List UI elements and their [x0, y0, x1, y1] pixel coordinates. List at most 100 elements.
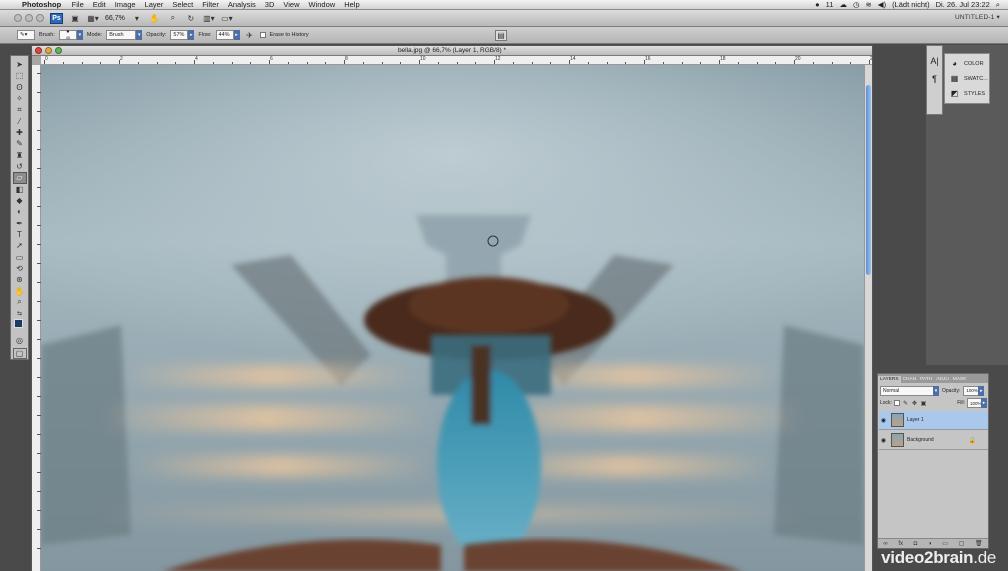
- tab-channels[interactable]: CHAN: [901, 376, 919, 383]
- zoom-window-icon[interactable]: [36, 14, 44, 22]
- view-extras-icon[interactable]: ▦▾: [87, 13, 99, 24]
- clone-stamp-tool-icon[interactable]: ♜: [13, 150, 27, 161]
- erase-to-history-checkbox[interactable]: [259, 32, 266, 38]
- paragraph-panel-icon[interactable]: ¶: [932, 74, 937, 84]
- color-swatches-icon[interactable]: [13, 319, 27, 334]
- opacity-input[interactable]: 57%: [170, 30, 189, 40]
- cloud-icon[interactable]: ☁: [839, 0, 847, 9]
- zoom-tool-icon[interactable]: ⌕: [13, 297, 27, 308]
- status-counter[interactable]: 11: [826, 0, 834, 9]
- screen-mode-icon[interactable]: ▢: [12, 347, 27, 360]
- menu-file[interactable]: File: [67, 0, 88, 9]
- lock-transparency-icon[interactable]: [893, 400, 900, 406]
- time-machine-icon[interactable]: ◷: [853, 0, 860, 9]
- mode-select[interactable]: Brush: [106, 30, 137, 40]
- tab-adjustments[interactable]: ADJU: [934, 376, 951, 383]
- flow-slider-icon[interactable]: ▸: [233, 30, 240, 40]
- spotlight-icon[interactable]: ⌕: [996, 0, 1000, 10]
- 3d-orbit-tool-icon[interactable]: ⊛: [13, 274, 27, 285]
- menu-app-name[interactable]: Photoshop: [20, 0, 67, 9]
- gradient-tool-icon[interactable]: ◧: [13, 184, 27, 195]
- airbrush-icon[interactable]: ✈: [244, 30, 256, 41]
- battery-status[interactable]: (Lädt nicht): [892, 0, 930, 9]
- vertical-scrollbar[interactable]: [864, 65, 872, 571]
- lasso-tool-icon[interactable]: ʘ: [13, 82, 27, 93]
- brush-panel-toggle-icon[interactable]: ▤: [495, 30, 507, 41]
- menu-layer[interactable]: Layer: [140, 0, 168, 9]
- menu-help[interactable]: Help: [340, 0, 364, 9]
- layer-style-icon[interactable]: fx: [898, 541, 903, 547]
- adjustment-layer-icon[interactable]: ◑: [928, 541, 932, 547]
- hand-tool-icon[interactable]: ✋: [149, 13, 161, 24]
- document-title-bar[interactable]: bella.jpg @ 66,7% (Layer 1, RGB/8) *: [32, 46, 872, 56]
- wifi-icon[interactable]: ≋: [866, 0, 872, 9]
- menu-edit[interactable]: Edit: [88, 0, 110, 9]
- new-layer-icon[interactable]: ▢: [959, 540, 965, 547]
- opacity-slider-icon[interactable]: ▸: [188, 30, 195, 40]
- clock[interactable]: Di. 26. Jul 23:22: [936, 0, 990, 9]
- vertical-ruler[interactable]: [32, 65, 41, 571]
- menu-view[interactable]: View: [279, 0, 304, 9]
- layer-opacity-input[interactable]: 100%: [963, 385, 980, 396]
- pen-tool-icon[interactable]: ✒: [13, 217, 27, 228]
- dock-styles-button[interactable]: ◩ STYLES: [945, 89, 989, 98]
- lock-position-icon[interactable]: ✥: [911, 398, 918, 409]
- fill-slider-icon[interactable]: ▸: [981, 398, 987, 408]
- move-tool-icon[interactable]: ➤: [13, 59, 27, 70]
- screen-mode-icon[interactable]: ▭▾: [221, 13, 233, 24]
- quick-mask-icon[interactable]: ◎: [13, 334, 27, 345]
- dock-color-button[interactable]: ◕ COLOR: [945, 59, 989, 68]
- shape-tool-icon[interactable]: ▭: [13, 251, 27, 262]
- add-mask-icon[interactable]: ◘: [914, 541, 918, 547]
- lock-all-icon[interactable]: ▣: [920, 398, 927, 409]
- crop-tool-icon[interactable]: ⌗: [13, 104, 27, 115]
- eyedropper-tool-icon[interactable]: ⁄: [13, 116, 27, 127]
- zoom-level[interactable]: 66,7%: [105, 15, 125, 22]
- eraser-tool-icon[interactable]: ▱: [12, 172, 27, 184]
- eye-icon[interactable]: ◉: [879, 437, 888, 444]
- delete-layer-icon[interactable]: 🗑: [975, 540, 983, 547]
- volume-icon[interactable]: ◀): [878, 0, 886, 9]
- path-selection-tool-icon[interactable]: ➚: [13, 240, 27, 251]
- bridge-icon[interactable]: ▣: [69, 13, 81, 24]
- layer-opacity-slider-icon[interactable]: ▸: [978, 385, 985, 396]
- scrollbar-thumb[interactable]: [866, 85, 871, 275]
- image-canvas[interactable]: [41, 65, 864, 571]
- new-group-icon[interactable]: ▭: [942, 540, 948, 547]
- type-tool-icon[interactable]: T: [13, 229, 27, 240]
- layer-row-layer-1[interactable]: ◉ Layer 1: [879, 411, 988, 430]
- close-window-icon[interactable]: [14, 14, 22, 22]
- tab-paths[interactable]: PATH: [918, 376, 934, 383]
- mode-chevron-icon[interactable]: ▾: [136, 30, 143, 40]
- default-colors-icon[interactable]: ⇆: [13, 308, 27, 319]
- workspace-switcher[interactable]: UNTITLED-1 ▾: [955, 13, 1000, 21]
- rotate-view-icon[interactable]: ↻: [185, 13, 197, 24]
- quick-selection-tool-icon[interactable]: ✧: [13, 93, 27, 104]
- menu-analysis[interactable]: Analysis: [223, 0, 260, 9]
- brush-tool-icon[interactable]: ✎: [13, 138, 27, 149]
- zoom-tool-icon[interactable]: ⌕: [167, 13, 179, 24]
- tool-preset-picker[interactable]: ✎ ▾: [17, 30, 35, 40]
- status-icon[interactable]: ●: [815, 0, 820, 9]
- menu-3d[interactable]: 3D: [260, 0, 279, 9]
- horizontal-ruler[interactable]: 0 2 4 6 8 10 12 14 16 18 20 22: [41, 56, 872, 65]
- photoshop-logo-icon[interactable]: Ps: [50, 12, 63, 24]
- layer-row-background[interactable]: ◉ Background 🔒: [879, 431, 988, 450]
- menu-window[interactable]: Window: [304, 0, 340, 9]
- blend-mode-chevron-icon[interactable]: ▾: [933, 385, 939, 396]
- lock-pixels-icon[interactable]: ✎: [902, 398, 909, 409]
- flow-input[interactable]: 44%: [215, 30, 234, 40]
- history-brush-tool-icon[interactable]: ↺: [13, 161, 27, 172]
- menu-select[interactable]: Select: [168, 0, 198, 9]
- menu-filter[interactable]: Filter: [198, 0, 224, 9]
- dock-swatches-button[interactable]: ▦ SWATC...: [945, 74, 989, 83]
- dodge-tool-icon[interactable]: ◐: [13, 206, 27, 217]
- brush-picker-chevron-icon[interactable]: ▾: [76, 30, 83, 40]
- character-panel-icon[interactable]: A|: [930, 56, 938, 66]
- blur-tool-icon[interactable]: ◆: [13, 195, 27, 206]
- tab-masks[interactable]: MASK: [951, 376, 969, 383]
- minimize-window-icon[interactable]: [25, 14, 33, 22]
- zoom-dropdown-icon[interactable]: ▾: [131, 13, 143, 24]
- tab-layers[interactable]: LAYERS: [878, 376, 901, 383]
- link-layers-icon[interactable]: ∞: [883, 541, 887, 547]
